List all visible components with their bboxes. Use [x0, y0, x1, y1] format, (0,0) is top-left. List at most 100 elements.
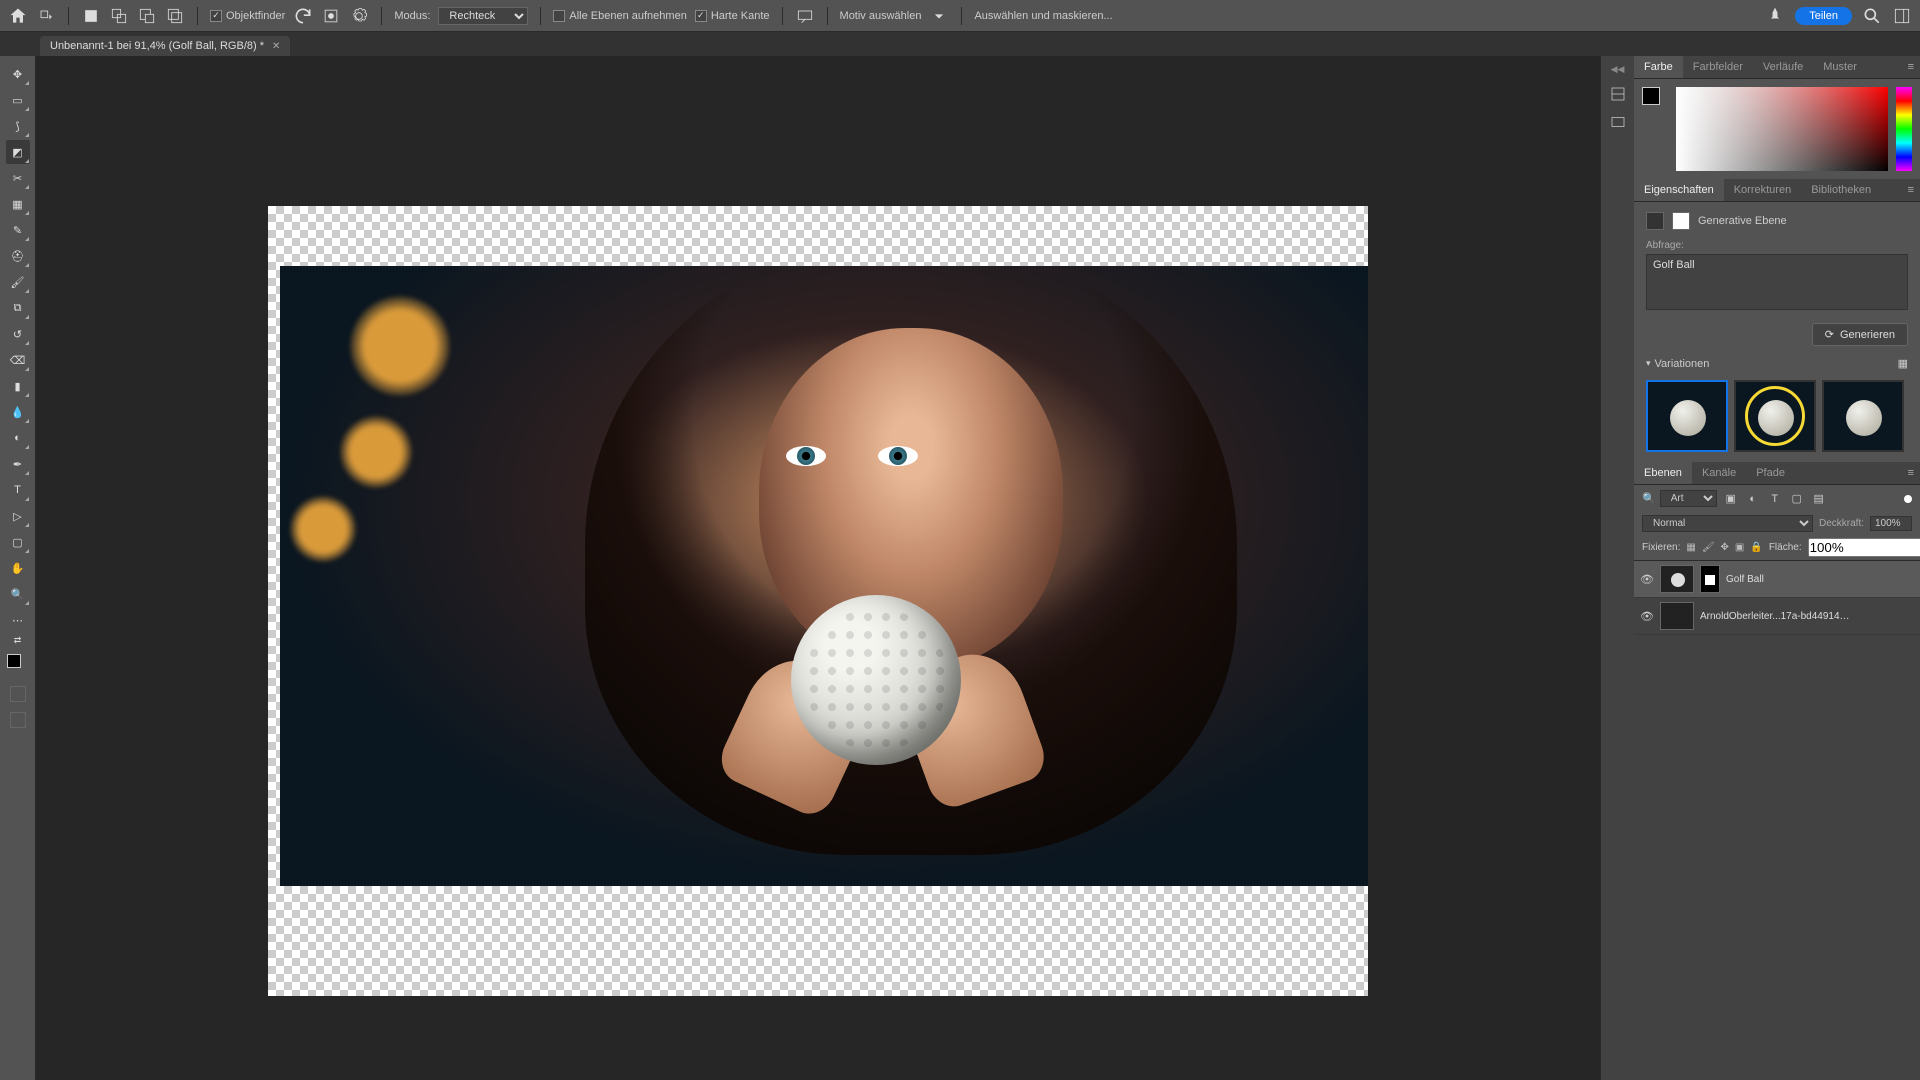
hue-slider[interactable] — [1896, 87, 1912, 171]
healing-brush-tool[interactable]: ⛑ — [6, 244, 30, 268]
color-panel-menu-icon[interactable]: ≡ — [1902, 56, 1920, 78]
pen-tool[interactable]: ✒ — [6, 452, 30, 476]
search-icon[interactable] — [1862, 6, 1882, 26]
zoom-tool[interactable]: 🔍 — [6, 582, 30, 606]
variations-grid-icon[interactable]: ▦ — [1898, 357, 1908, 370]
layers-panel-menu-icon[interactable]: ≡ — [1902, 462, 1920, 484]
lock-position-icon[interactable]: ✥ — [1721, 541, 1729, 555]
screenmode-icon[interactable] — [10, 712, 26, 728]
subtract-selection-icon[interactable] — [137, 6, 157, 26]
variations-chevron-icon[interactable]: ▾ — [1646, 358, 1651, 369]
tab-eigenschaften[interactable]: Eigenschaften — [1634, 179, 1724, 201]
tab-kanale[interactable]: Kanäle — [1692, 462, 1746, 484]
canvas-area[interactable] — [36, 56, 1600, 1080]
layer-name[interactable]: Golf Ball — [1726, 574, 1764, 585]
tab-pfade[interactable]: Pfade — [1746, 462, 1795, 484]
hand-tool[interactable]: ✋ — [6, 556, 30, 580]
gradient-tool[interactable]: ▮ — [6, 374, 30, 398]
lasso-tool[interactable]: ⟆ — [6, 114, 30, 138]
layer-filter-search[interactable]: 🔍 Art — [1642, 490, 1717, 507]
tab-verlaufe[interactable]: Verläufe — [1753, 56, 1813, 78]
tab-ebenen[interactable]: Ebenen — [1634, 462, 1692, 484]
strip-icon-2[interactable] — [1609, 113, 1627, 131]
filter-pixel-icon[interactable]: ▣ — [1723, 491, 1739, 507]
layer-row[interactable]: 👁 Golf Ball — [1634, 561, 1920, 598]
filter-type-icon[interactable]: T — [1767, 491, 1783, 507]
visibility-eye-icon[interactable]: 👁 — [1640, 572, 1654, 586]
shape-tool[interactable]: ▢ — [6, 530, 30, 554]
type-tool[interactable]: T — [6, 478, 30, 502]
tab-muster[interactable]: Muster — [1813, 56, 1867, 78]
lock-transparent-icon[interactable]: ▦ — [1686, 541, 1695, 555]
layer-mask-thumbnail[interactable] — [1700, 565, 1720, 593]
opacity-input[interactable] — [1870, 516, 1912, 531]
tab-bibliotheken[interactable]: Bibliotheken — [1801, 179, 1881, 201]
harte-kante-checkbox[interactable]: Harte Kante — [695, 10, 770, 22]
share-button[interactable]: Teilen — [1795, 7, 1852, 25]
layer-row[interactable]: 👁 ArnoldOberleiter...17a-bd44914519a3 — [1634, 598, 1920, 635]
strip-icon-1[interactable] — [1609, 85, 1627, 103]
blur-tool[interactable]: 💧 — [6, 400, 30, 424]
properties-panel-menu-icon[interactable]: ≡ — [1902, 179, 1920, 201]
layer-name[interactable]: ArnoldOberleiter...17a-bd44914519a3 — [1700, 611, 1850, 622]
lock-nest-icon[interactable]: ▣ — [1735, 541, 1744, 555]
frame-tool[interactable]: ▦ — [6, 192, 30, 216]
blend-mode-select[interactable]: Normal — [1642, 515, 1813, 532]
new-selection-icon[interactable] — [81, 6, 101, 26]
layer-thumbnail[interactable] — [1660, 602, 1694, 630]
tool-preset-dropdown[interactable] — [36, 6, 56, 26]
filter-smart-icon[interactable]: ▤ — [1811, 491, 1827, 507]
pin-icon[interactable] — [1765, 6, 1785, 26]
settings-gear-icon[interactable] — [349, 6, 369, 26]
alle-ebenen-checkbox[interactable]: Alle Ebenen aufnehmen — [553, 10, 686, 22]
modus-select[interactable]: Rechteck — [438, 7, 528, 25]
swap-colors-icon[interactable]: ⇄ — [6, 634, 30, 646]
prompt-input[interactable] — [1646, 254, 1908, 310]
filter-adjust-icon[interactable]: ◐ — [1745, 491, 1761, 507]
eraser-tool[interactable]: ⌫ — [6, 348, 30, 372]
motiv-button[interactable]: Motiv auswählen — [840, 10, 922, 22]
variation-thumb-3[interactable] — [1822, 380, 1904, 452]
eyedropper-tool[interactable]: ✎ — [6, 218, 30, 242]
workspace-icon[interactable] — [1892, 6, 1912, 26]
tab-farbe[interactable]: Farbe — [1634, 56, 1683, 78]
tab-farbfelder[interactable]: Farbfelder — [1683, 56, 1753, 78]
lock-all-icon[interactable]: 🔒 — [1750, 541, 1762, 555]
motiv-dropdown-icon[interactable] — [929, 6, 949, 26]
layer-filter-kind[interactable]: Art — [1660, 490, 1717, 507]
objektfinder-checkbox[interactable]: Objektfinder — [210, 10, 285, 22]
variation-thumb-2[interactable] — [1734, 380, 1816, 452]
brush-tool[interactable]: 🖌 — [6, 270, 30, 294]
move-tool[interactable]: ✥ — [6, 62, 30, 86]
overlay-icon[interactable] — [321, 6, 341, 26]
lock-image-icon[interactable]: 🖌 — [1702, 541, 1715, 555]
intersect-selection-icon[interactable] — [165, 6, 185, 26]
refresh-icon[interactable] — [293, 6, 313, 26]
filter-shape-icon[interactable]: ▢ — [1789, 491, 1805, 507]
fill-input[interactable] — [1808, 538, 1920, 557]
add-selection-icon[interactable] — [109, 6, 129, 26]
document-tab[interactable]: Unbenannt-1 bei 91,4% (Golf Ball, RGB/8)… — [40, 36, 290, 56]
expand-strip-icon[interactable]: ◀◀ — [1601, 64, 1634, 75]
close-tab-icon[interactable]: ✕ — [272, 41, 280, 52]
edit-toolbar-icon[interactable]: ⋯ — [6, 608, 30, 632]
crop-tool[interactable]: ✂ — [6, 166, 30, 190]
generative-layer-reset-icon[interactable] — [1646, 212, 1664, 230]
canvas[interactable] — [268, 206, 1368, 996]
dodge-tool[interactable]: ◐ — [6, 426, 30, 450]
object-selection-tool[interactable]: ◩ — [6, 140, 30, 164]
visibility-eye-icon[interactable]: 👁 — [1640, 609, 1654, 623]
clone-stamp-tool[interactable]: ⧉ — [6, 296, 30, 320]
maskieren-button[interactable]: Auswählen und maskieren... — [974, 10, 1112, 22]
marquee-tool[interactable]: ▭ — [6, 88, 30, 112]
feedback-icon[interactable] — [795, 6, 815, 26]
tab-korrekturen[interactable]: Korrekturen — [1724, 179, 1801, 201]
color-swatches[interactable] — [7, 654, 29, 676]
home-icon[interactable] — [8, 6, 28, 26]
quickmask-icon[interactable] — [10, 686, 26, 702]
layer-thumbnail[interactable] — [1660, 565, 1694, 593]
path-selection-tool[interactable]: ▷ — [6, 504, 30, 528]
panel-color-swatches[interactable] — [1642, 87, 1668, 113]
generate-button[interactable]: ⟳ Generieren — [1812, 323, 1908, 346]
filter-toggle[interactable] — [1904, 495, 1912, 503]
